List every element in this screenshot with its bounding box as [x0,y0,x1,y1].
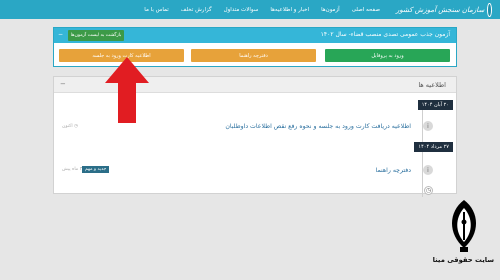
logo-text: سازمان سنجش آموزش کشور [396,5,485,14]
news-item-title[interactable]: اطلاعیه دریافت کارت ورود به جلسه و نحوه … [225,123,411,130]
nav-item-home[interactable]: صفحه اصلی [352,7,380,13]
site-logo[interactable]: سازمان سنجش آموزش کشور [396,1,492,18]
timeline-date: ۲۰ آبان ۱۴۰۴ [417,100,453,110]
exam-panel-header: آزمون جذب عمومی تصدی منصب قضاء- سال ۱۴۰۲… [54,28,456,43]
red-arrow-pointer [105,57,149,123]
nav-item-exams[interactable]: آزمون‌ها [321,7,340,13]
news-title: اطلاعیه ها [418,81,446,89]
clock-icon: ◷ [74,124,79,129]
time-text: اکنون [62,124,73,129]
top-nav: سازمان سنجش آموزش کشور صفحه اصلی آزمون‌ه… [0,0,500,19]
news-collapse-button[interactable]: − [60,80,66,88]
exam-title: آزمون جذب عمومی تصدی منصب قضاء- سال ۱۴۰۲ [320,31,450,38]
timeline-end-clock-icon: ◷ [424,186,433,195]
news-item-time: ◷ اکنون [62,124,78,129]
info-icon: i [423,121,433,131]
nav-item-contact[interactable]: تماس با ما [144,7,168,13]
profile-button[interactable]: ورود به پروفایل [325,49,450,62]
new-important-badge: جدید و مهم [82,166,110,173]
back-to-exams-button[interactable]: بازگشت به لیست آزمون‌ها [68,30,124,41]
emblem-icon [487,2,492,17]
news-item-title[interactable]: دفترچه راهنما [376,167,411,174]
nav-item-news[interactable]: اخبار و اطلاعیه‌ها [270,7,309,13]
time-text: ۳ ماه پیش [62,167,83,172]
nav-item-report[interactable]: گزارش تخلف [181,7,212,13]
brand-text: سایت حقوقی مینا [432,256,494,264]
info-icon: i [423,165,433,175]
nav-item-faq[interactable]: سوالات متداول [224,7,259,13]
brand-watermark: سایت حقوقی مینا [432,200,494,274]
nav-menu: صفحه اصلی آزمون‌ها اخبار و اطلاعیه‌ها سو… [144,0,380,19]
quill-logo-icon [452,200,476,252]
exam-collapse-button[interactable]: − [58,31,63,38]
guide-button[interactable]: دفترچه راهنما [191,49,316,62]
timeline-date: ۲۷ مرداد ۱۴۰۴ [414,142,453,152]
